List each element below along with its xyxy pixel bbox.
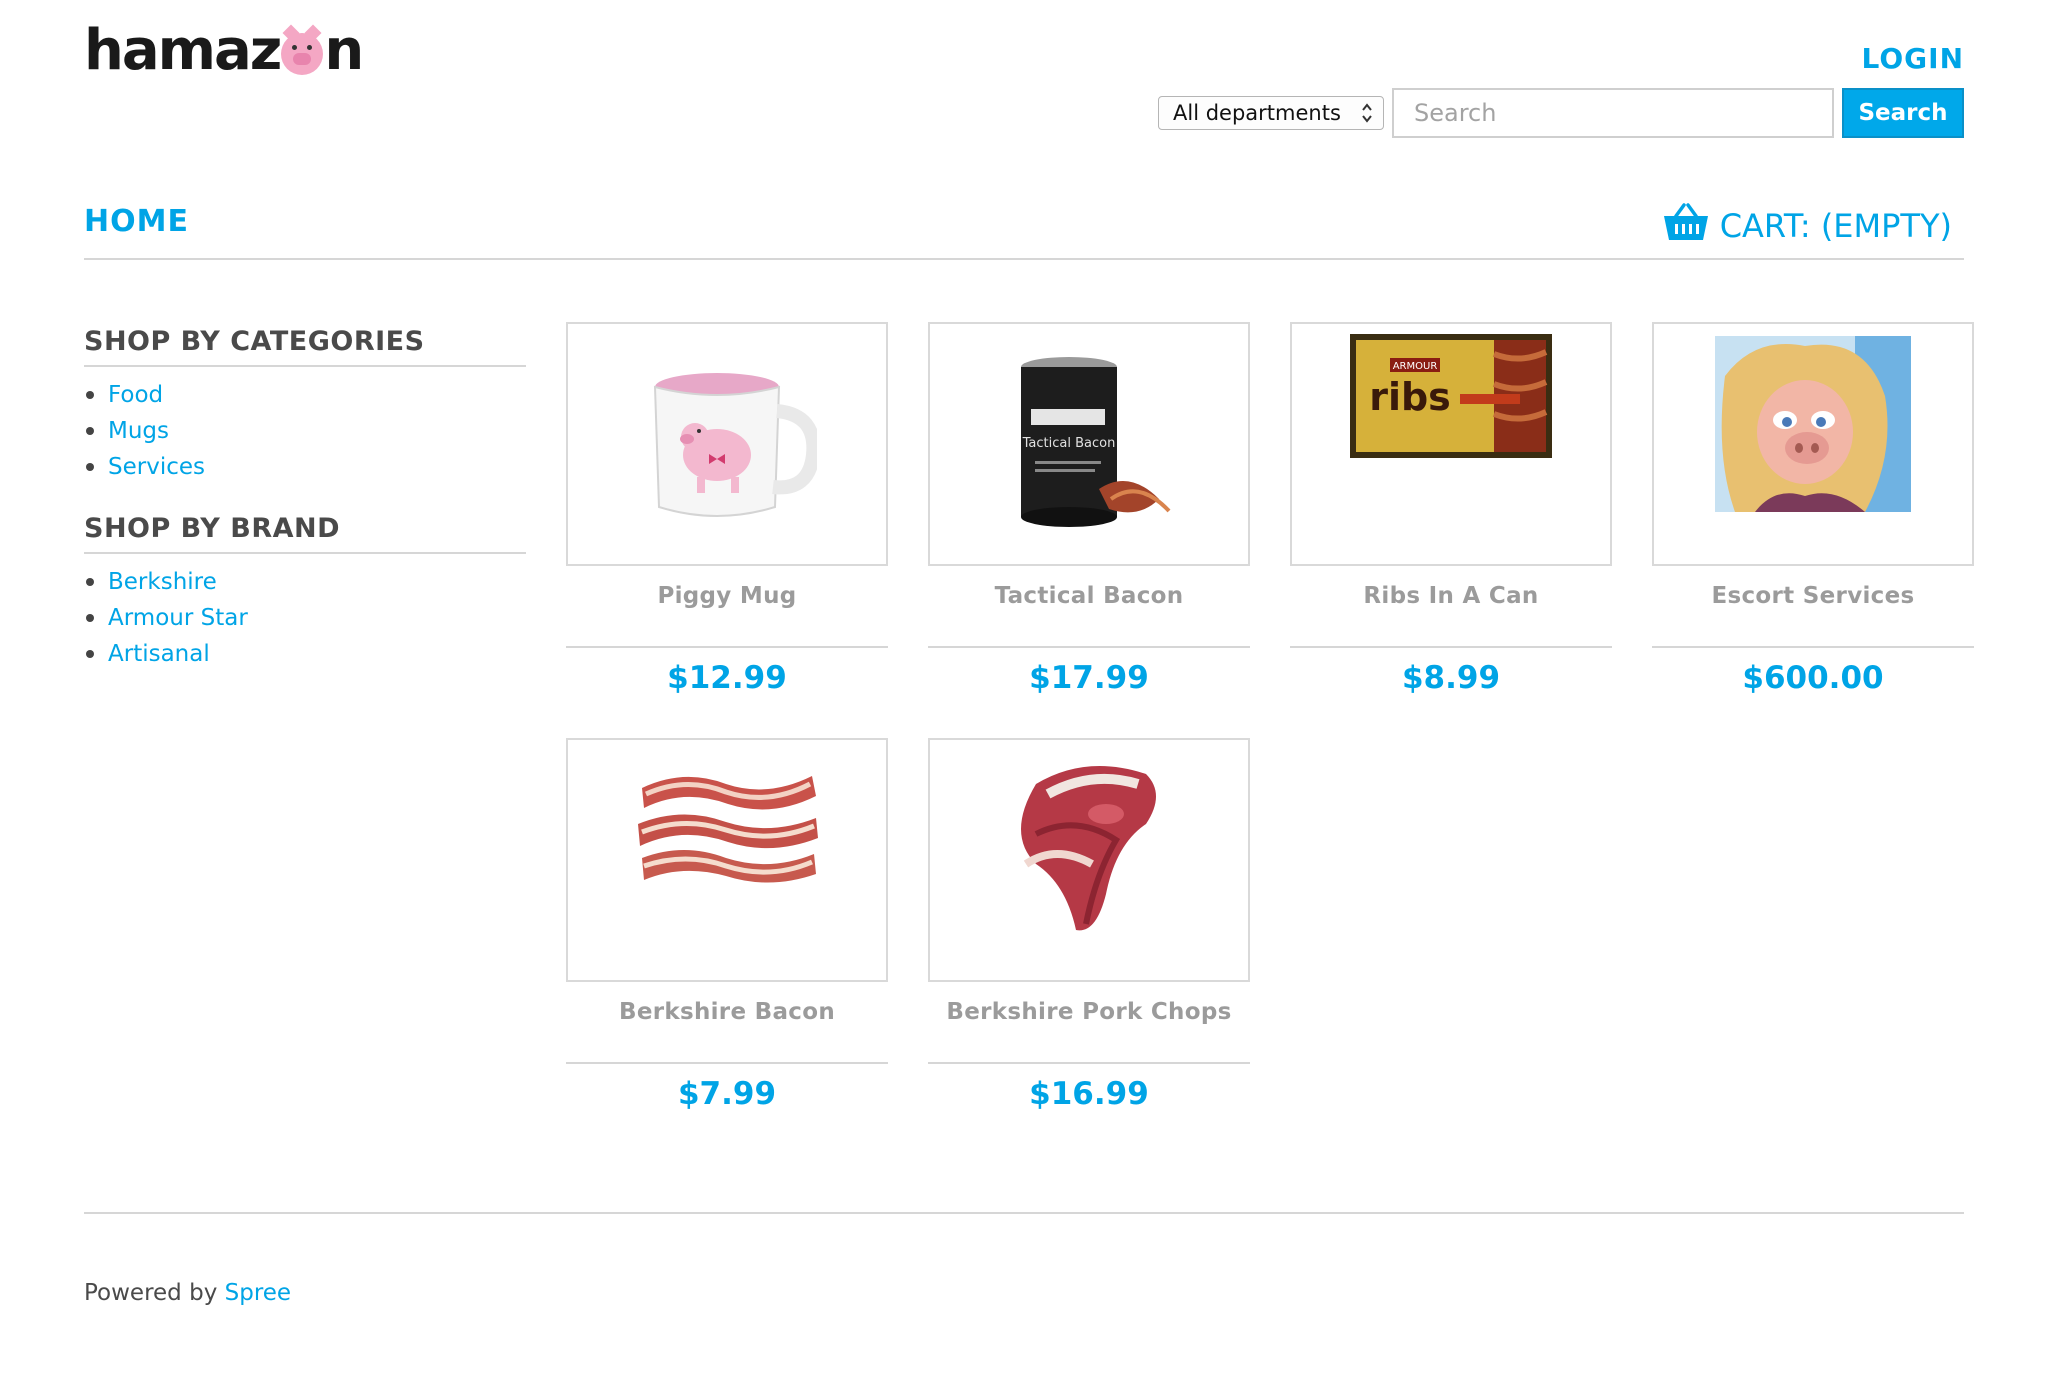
miss-piggy-image [1715,336,1911,512]
bullet-icon [86,463,94,471]
search-bar: All departments Search [1158,88,1964,138]
sidebar: SHOP BY CATEGORIES Food Mugs Services SH… [84,326,526,672]
category-label: Services [108,454,205,480]
page: hamaz n LOGIN All departments Search HOM… [0,0,2048,1398]
brand-label: Artisanal [108,641,210,667]
brand-label: Berkshire [108,569,217,595]
footer-divider [84,1212,1964,1214]
cart-link[interactable]: CART: (EMPTY) [1662,202,1952,250]
product-price: $8.99 [1401,660,1501,696]
footer: Powered by Spree [84,1280,291,1306]
category-item-food[interactable]: Food [84,377,526,413]
search-button[interactable]: Search [1842,88,1964,138]
product-price: $16.99 [1029,1076,1149,1112]
bullet-icon [86,578,94,586]
bullet-icon [86,391,94,399]
category-label: Food [108,382,164,408]
category-label: Mugs [108,418,170,444]
select-arrows-icon [1361,102,1373,124]
brand-item-berkshire[interactable]: Berkshire [84,564,526,600]
bullet-icon [86,614,94,622]
ribs-can-image: ARMOUR ribs [1350,334,1552,458]
basket-icon [1662,202,1710,250]
categories-block: SHOP BY CATEGORIES Food Mugs Services [84,326,526,485]
product-card[interactable]: Tactical Bacon Tactical Bacon $17.99 [928,322,1250,696]
product-image-link[interactable]: Tactical Bacon [928,322,1250,566]
product-image-link[interactable] [566,738,888,982]
home-link[interactable]: HOME [84,204,189,239]
product-name[interactable]: Tactical Bacon [928,566,1250,648]
product-card[interactable]: Berkshire Bacon $7.99 [566,738,888,1112]
pig-logo-icon [281,24,324,75]
bullet-icon [86,650,94,658]
product-image-link[interactable] [566,322,888,566]
search-input[interactable] [1392,88,1834,138]
product-name[interactable]: Escort Services [1652,566,1974,648]
product-name[interactable]: Piggy Mug [566,566,888,648]
product-price: $7.99 [677,1076,777,1112]
svg-text:ARMOUR: ARMOUR [1393,361,1438,372]
logo-text-right: n [324,17,364,83]
svg-text:ribs: ribs [1369,375,1451,419]
site-logo[interactable]: hamaz n [84,14,364,86]
pig-mug-image [653,373,817,517]
login-link[interactable]: LOGIN [1862,42,1964,75]
brand-title: SHOP BY BRAND [84,513,526,554]
categories-title: SHOP BY CATEGORIES [84,326,526,367]
product-card[interactable]: Piggy Mug $12.99 [566,322,888,696]
product-name[interactable]: Berkshire Pork Chops [928,982,1250,1064]
bacon-can-image: Tactical Bacon [1021,357,1171,527]
categories-list: Food Mugs Services [84,377,526,485]
category-item-mugs[interactable]: Mugs [84,413,526,449]
product-name[interactable]: Berkshire Bacon [566,982,888,1064]
category-item-services[interactable]: Services [84,449,526,485]
department-select-value: All departments [1173,101,1341,125]
product-card[interactable]: Escort Services $600.00 [1652,322,1974,696]
product-card[interactable]: ARMOUR ribs Ribs In A Can $8.99 [1290,322,1612,696]
bullet-icon [86,427,94,435]
brand-block: SHOP BY BRAND Berkshire Armour Star Arti… [84,513,526,672]
cart-label: CART: (EMPTY) [1719,207,1952,245]
main-nav: HOME CART: (EMPTY) [84,200,1964,260]
pork-chops-image [1021,766,1156,931]
product-price: $17.99 [1029,660,1149,696]
bacon-strips-image [638,776,818,883]
brand-label: Armour Star [108,605,248,631]
brand-list: Berkshire Armour Star Artisanal [84,564,526,672]
product-image-link[interactable]: ARMOUR ribs [1290,322,1612,566]
product-image-link[interactable] [1652,322,1974,566]
product-image-link[interactable] [928,738,1250,982]
logo-text-left: hamaz [84,17,282,83]
product-price: $12.99 [667,660,787,696]
department-select[interactable]: All departments [1158,96,1384,130]
brand-item-artisanal[interactable]: Artisanal [84,636,526,672]
powered-by-text: Powered by [84,1280,225,1306]
brand-item-armour-star[interactable]: Armour Star [84,600,526,636]
product-name[interactable]: Ribs In A Can [1290,566,1612,648]
spree-link[interactable]: Spree [225,1280,291,1306]
product-card[interactable]: Berkshire Pork Chops $16.99 [928,738,1250,1112]
svg-text:Tactical Bacon: Tactical Bacon [1022,436,1116,451]
product-price: $600.00 [1742,660,1884,696]
